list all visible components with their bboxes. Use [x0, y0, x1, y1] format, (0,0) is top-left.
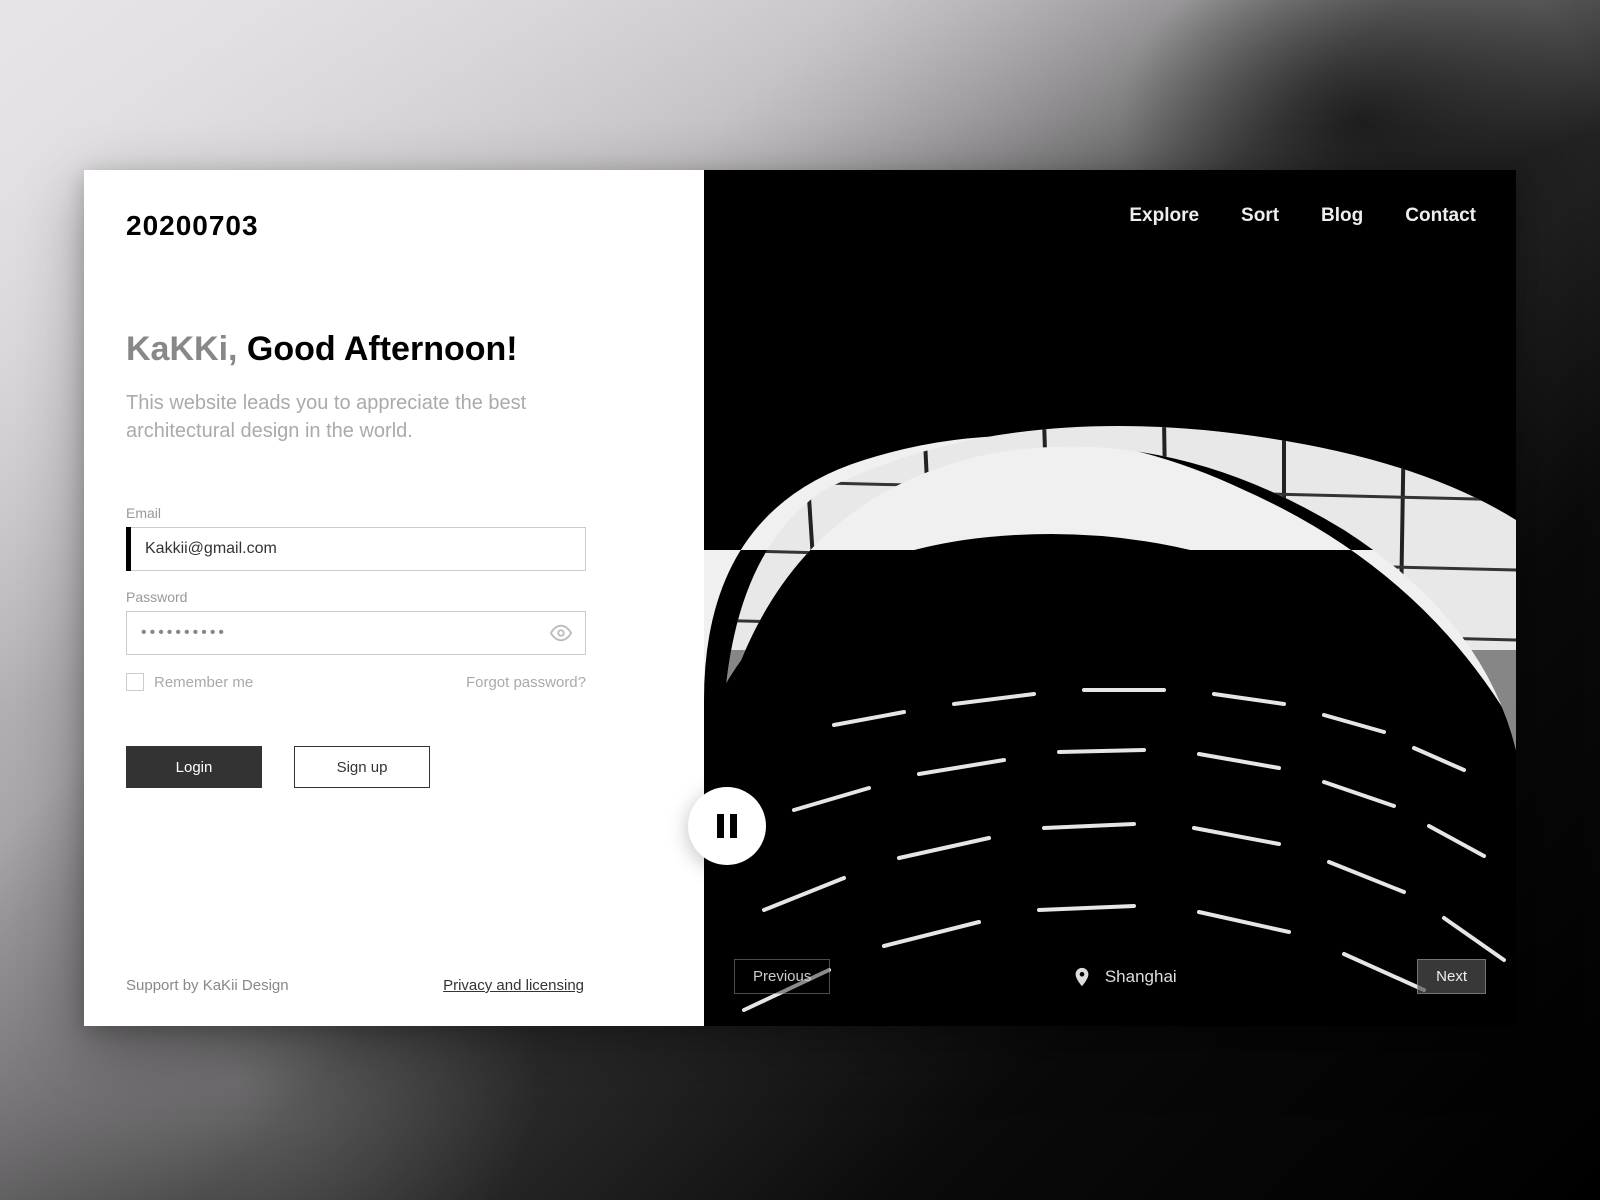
remember-me[interactable]: Remember me [126, 673, 253, 691]
hero-panel: Explore Sort Blog Contact Previous Shang… [704, 170, 1516, 1026]
support-text: Support by KaKii Design [126, 977, 289, 994]
top-nav: Explore Sort Blog Contact [1129, 205, 1476, 227]
subtitle: This website leads you to appreciate the… [126, 389, 566, 445]
login-form: Email Password Remember me [126, 505, 662, 788]
nav-explore[interactable]: Explore [1129, 205, 1199, 227]
form-options-row: Remember me Forgot password? [126, 673, 586, 691]
email-field[interactable] [131, 527, 586, 571]
login-button[interactable]: Login [126, 746, 262, 788]
password-label: Password [126, 589, 662, 605]
nav-sort[interactable]: Sort [1241, 205, 1279, 227]
greeting: KaKKi, Good Afternoon! [126, 327, 662, 371]
button-row: Login Sign up [126, 746, 662, 788]
next-button[interactable]: Next [1417, 959, 1486, 994]
eye-icon[interactable] [550, 622, 572, 644]
slideshow-controls: Previous Shanghai Next [734, 959, 1486, 994]
email-label: Email [126, 505, 662, 521]
pause-icon [717, 814, 737, 838]
nav-blog[interactable]: Blog [1321, 205, 1363, 227]
forgot-password-link[interactable]: Forgot password? [466, 674, 586, 691]
main-panel: 20200703 KaKKi, Good Afternoon! This web… [84, 170, 1516, 1026]
password-field[interactable] [126, 611, 586, 655]
remember-label: Remember me [154, 674, 253, 691]
pause-button[interactable] [688, 787, 766, 865]
signup-button[interactable]: Sign up [294, 746, 430, 788]
greeting-name: KaKKi, [126, 330, 237, 368]
previous-button[interactable]: Previous [734, 959, 830, 994]
greeting-block: KaKKi, Good Afternoon! This website lead… [126, 327, 662, 445]
location-text: Shanghai [1105, 967, 1177, 987]
hero-image [704, 170, 1516, 1026]
login-panel: 20200703 KaKKi, Good Afternoon! This web… [84, 170, 704, 1026]
location-indicator: Shanghai [1071, 964, 1177, 990]
greeting-text: Good Afternoon! [247, 330, 518, 368]
pin-icon [1071, 964, 1093, 990]
remember-checkbox[interactable] [126, 673, 144, 691]
password-input-wrapper [126, 611, 586, 655]
footer: Support by KaKii Design Privacy and lice… [126, 977, 584, 994]
email-input-wrapper [126, 527, 586, 571]
nav-contact[interactable]: Contact [1405, 205, 1476, 227]
logo: 20200703 [126, 210, 662, 242]
privacy-link[interactable]: Privacy and licensing [443, 977, 584, 994]
